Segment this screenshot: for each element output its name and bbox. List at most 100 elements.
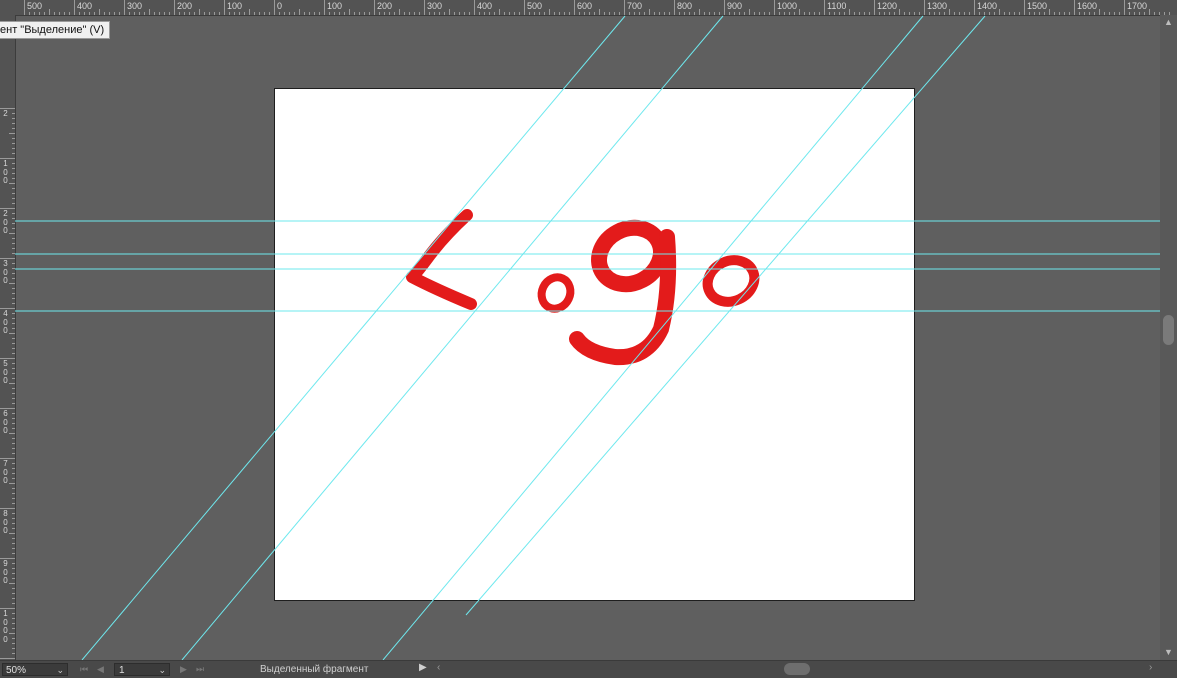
ruler-minor-tick bbox=[234, 12, 235, 15]
ruler-minor-tick bbox=[899, 9, 900, 15]
ruler-minor-tick bbox=[12, 303, 15, 304]
ruler-minor-tick bbox=[869, 12, 870, 15]
next-page-icon[interactable]: ▶ bbox=[180, 663, 187, 676]
ruler-minor-tick bbox=[12, 223, 15, 224]
ruler-major-tick bbox=[724, 0, 725, 15]
ruler-minor-tick bbox=[1134, 12, 1135, 15]
ruler-minor-tick bbox=[984, 12, 985, 15]
ruler-minor-tick bbox=[519, 12, 520, 15]
ruler-minor-tick bbox=[49, 9, 50, 15]
ruler-minor-tick bbox=[859, 12, 860, 15]
vertical-scroll-thumb[interactable] bbox=[1163, 315, 1174, 345]
ruler-minor-tick bbox=[104, 12, 105, 15]
ruler-minor-tick bbox=[249, 9, 250, 15]
ruler-label: 600 bbox=[3, 409, 8, 435]
chevron-down-icon[interactable]: ⌄ bbox=[158, 664, 166, 677]
ruler-minor-tick bbox=[12, 153, 15, 154]
ruler-minor-tick bbox=[429, 12, 430, 15]
ruler-minor-tick bbox=[12, 343, 15, 344]
ruler-minor-tick bbox=[764, 12, 765, 15]
ruler-minor-tick bbox=[12, 573, 15, 574]
page-number-field[interactable]: 1 ⌄ bbox=[114, 663, 170, 676]
ruler-minor-tick bbox=[12, 548, 15, 549]
ruler-minor-tick bbox=[12, 513, 15, 514]
ruler-minor-tick bbox=[804, 12, 805, 15]
document-canvas[interactable] bbox=[274, 88, 915, 601]
ruler-minor-tick bbox=[964, 12, 965, 15]
ruler-label: 1600 bbox=[1077, 1, 1098, 11]
top-ruler[interactable]: 500 400 300 200 100 0 100 200 300 400 500 600 700 800… bbox=[0, 0, 1177, 16]
zoom-value: 50% bbox=[6, 665, 27, 676]
ruler-minor-tick bbox=[799, 9, 800, 15]
ruler-minor-tick bbox=[1004, 12, 1005, 15]
ruler-label: 300 bbox=[3, 259, 8, 285]
scroll-left-icon[interactable]: ‹ bbox=[437, 662, 440, 673]
status-bar: 50% ⌄ ⏮ ◀ 1 ⌄ ▶ ⏭ Выделенный фрагмент ▶ … bbox=[0, 660, 1177, 678]
zoom-level-field[interactable]: 50% ⌄ bbox=[2, 663, 68, 676]
first-page-icon[interactable]: ⏮ bbox=[80, 663, 88, 676]
ruler-minor-tick bbox=[484, 12, 485, 15]
ruler-minor-tick bbox=[9, 183, 15, 184]
play-icon[interactable]: ▶ bbox=[419, 662, 427, 673]
ruler-minor-tick bbox=[404, 12, 405, 15]
ruler-minor-tick bbox=[179, 12, 180, 15]
ruler-major-tick bbox=[24, 0, 25, 15]
ruler-label: 300 bbox=[127, 1, 143, 11]
ruler-minor-tick bbox=[9, 633, 15, 634]
ruler-minor-tick bbox=[12, 543, 15, 544]
ruler-label: 1500 bbox=[1027, 1, 1048, 11]
ruler-minor-tick bbox=[789, 12, 790, 15]
ruler-minor-tick bbox=[679, 12, 680, 15]
ruler-minor-tick bbox=[349, 9, 350, 15]
logo-letter-o2 bbox=[702, 255, 760, 307]
ruler-minor-tick bbox=[729, 12, 730, 15]
ruler-minor-tick bbox=[12, 473, 15, 474]
ruler-minor-tick bbox=[819, 12, 820, 15]
ruler-major-tick bbox=[924, 0, 925, 15]
ruler-minor-tick bbox=[534, 12, 535, 15]
ruler-label: 500 bbox=[27, 1, 43, 11]
prev-page-icon[interactable]: ◀ bbox=[97, 663, 104, 676]
ruler-label: 300 bbox=[427, 1, 443, 11]
horizontal-scroll-thumb[interactable] bbox=[784, 663, 810, 675]
vertical-scrollbar[interactable]: ▲ ▼ bbox=[1160, 15, 1177, 660]
ruler-label: 500 bbox=[3, 359, 8, 385]
ruler-minor-tick bbox=[909, 12, 910, 15]
ruler-minor-tick bbox=[9, 333, 15, 334]
logo-letter-g-bowl bbox=[591, 219, 669, 293]
ruler-label: 400 bbox=[77, 1, 93, 11]
scroll-down-icon[interactable]: ▼ bbox=[1160, 647, 1177, 657]
ruler-minor-tick bbox=[739, 12, 740, 15]
ruler-label: 1200 bbox=[877, 1, 898, 11]
ruler-minor-tick bbox=[209, 12, 210, 15]
ruler-minor-tick bbox=[204, 12, 205, 15]
last-page-icon[interactable]: ⏭ bbox=[196, 663, 204, 676]
logo-letters bbox=[406, 209, 760, 366]
ruler-minor-tick bbox=[959, 12, 960, 15]
ruler-minor-tick bbox=[1029, 12, 1030, 15]
left-ruler[interactable]: 210020030040050060070080090010001100 bbox=[0, 15, 16, 660]
ruler-minor-tick bbox=[184, 12, 185, 15]
ruler-minor-tick bbox=[12, 538, 15, 539]
ruler-minor-tick bbox=[1154, 12, 1155, 15]
logo-letter-o1 bbox=[537, 273, 575, 313]
ruler-minor-tick bbox=[529, 12, 530, 15]
ruler-minor-tick bbox=[1009, 12, 1010, 15]
ruler-minor-tick bbox=[129, 12, 130, 15]
ruler-minor-tick bbox=[619, 12, 620, 15]
ruler-minor-tick bbox=[659, 12, 660, 15]
scroll-right-icon[interactable]: › bbox=[1149, 662, 1152, 673]
ruler-minor-tick bbox=[1114, 12, 1115, 15]
ruler-minor-tick bbox=[564, 12, 565, 15]
ruler-minor-tick bbox=[434, 12, 435, 15]
chevron-down-icon[interactable]: ⌄ bbox=[56, 664, 64, 677]
ruler-minor-tick bbox=[12, 653, 15, 654]
ruler-minor-tick bbox=[384, 12, 385, 15]
scroll-up-icon[interactable]: ▲ bbox=[1160, 17, 1177, 27]
ruler-minor-tick bbox=[12, 173, 15, 174]
ruler-minor-tick bbox=[969, 12, 970, 15]
ruler-major-tick bbox=[574, 0, 575, 15]
ruler-minor-tick bbox=[9, 383, 15, 384]
ruler-minor-tick bbox=[759, 12, 760, 15]
ruler-minor-tick bbox=[149, 9, 150, 15]
